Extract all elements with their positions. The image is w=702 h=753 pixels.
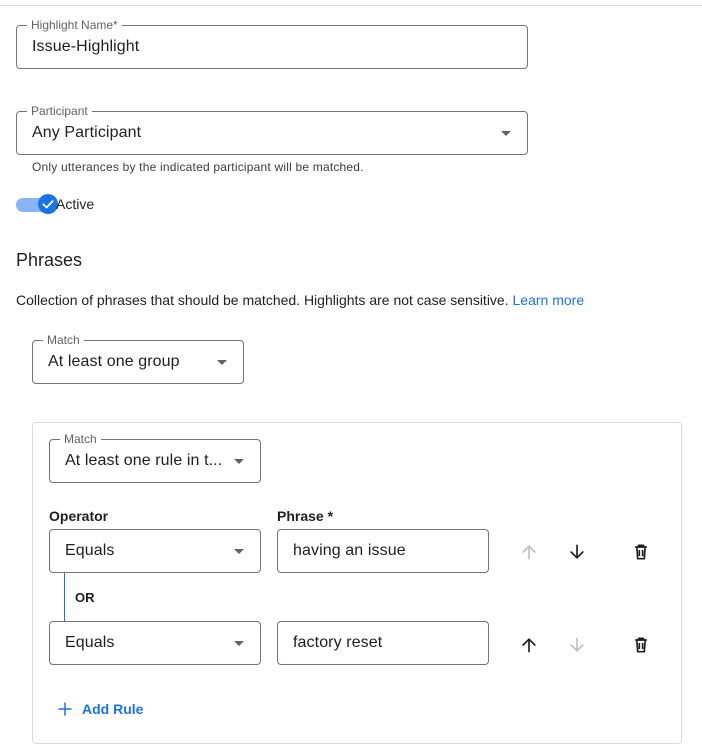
rule-1-delete-button[interactable] <box>625 536 657 568</box>
rule-2-phrase-value: factory reset <box>293 634 383 651</box>
rule-1-operator-value: Equals <box>65 542 115 559</box>
operator-header: Operator <box>49 508 109 524</box>
arrow-up-icon <box>522 638 536 653</box>
active-toggle[interactable] <box>16 194 58 216</box>
add-rule-label: Add Rule <box>82 701 144 717</box>
rule-1-move-up-button[interactable] <box>513 536 545 568</box>
arrow-down-icon <box>570 544 584 559</box>
rule-2-delete-button[interactable] <box>625 629 657 661</box>
rule-1-phrase-input[interactable]: having an issue <box>277 529 489 573</box>
trash-icon <box>635 637 647 653</box>
rule-2-operator-value: Equals <box>65 634 115 651</box>
phrases-description-text: Collection of phrases that should be mat… <box>16 292 509 308</box>
top-divider <box>0 5 702 6</box>
participant-label: Participant <box>27 104 92 118</box>
phrases-match-select[interactable]: Match At least one group <box>32 333 244 384</box>
rule-1-move-down-button[interactable] <box>561 536 593 568</box>
dropdown-arrow-icon <box>234 641 244 646</box>
rule-2-move-up-button[interactable] <box>513 629 545 661</box>
arrow-down-icon <box>570 637 584 652</box>
plus-icon <box>58 702 72 716</box>
trash-icon <box>635 544 647 560</box>
phrase-header: Phrase * <box>277 508 334 524</box>
participant-select[interactable]: Participant Any Participant <box>16 104 528 155</box>
rule-2-move-down-button[interactable] <box>561 629 593 661</box>
or-connector-label: OR <box>75 590 95 605</box>
check-icon <box>42 200 54 209</box>
arrow-up-icon <box>522 545 536 560</box>
highlight-name-label: Highlight Name* <box>27 18 122 32</box>
toggle-thumb <box>38 194 58 214</box>
group-match-value: At least one rule in t... <box>65 452 223 469</box>
rule-2-phrase-input[interactable]: factory reset <box>277 621 489 665</box>
group-match-select[interactable]: Match At least one rule in t... <box>49 432 261 483</box>
group-match-label: Match <box>60 432 101 446</box>
rule-1-operator-select[interactable]: Equals <box>49 529 261 573</box>
add-rule-button[interactable]: Add Rule <box>56 697 143 721</box>
rule-1-phrase-value: having an issue <box>293 542 406 559</box>
dropdown-arrow-icon <box>501 131 511 136</box>
phrases-description: Collection of phrases that should be mat… <box>16 292 584 308</box>
participant-hint: Only utterances by the indicated partici… <box>32 160 364 174</box>
phrases-match-label: Match <box>43 333 84 347</box>
phrases-match-value: At least one group <box>48 353 180 370</box>
dropdown-arrow-icon <box>234 459 244 464</box>
highlight-name-value: Issue-Highlight <box>32 38 140 55</box>
dropdown-arrow-icon <box>234 549 244 554</box>
rule-2-operator-select[interactable]: Equals <box>49 621 261 665</box>
phrases-title: Phrases <box>16 250 83 270</box>
highlight-name-field[interactable]: Highlight Name* Issue-Highlight <box>16 18 528 69</box>
learn-more-link[interactable]: Learn more <box>513 292 585 308</box>
dropdown-arrow-icon <box>217 360 227 365</box>
or-connector-line <box>64 573 65 621</box>
participant-value: Any Participant <box>32 124 142 141</box>
active-label: Active <box>56 196 95 212</box>
